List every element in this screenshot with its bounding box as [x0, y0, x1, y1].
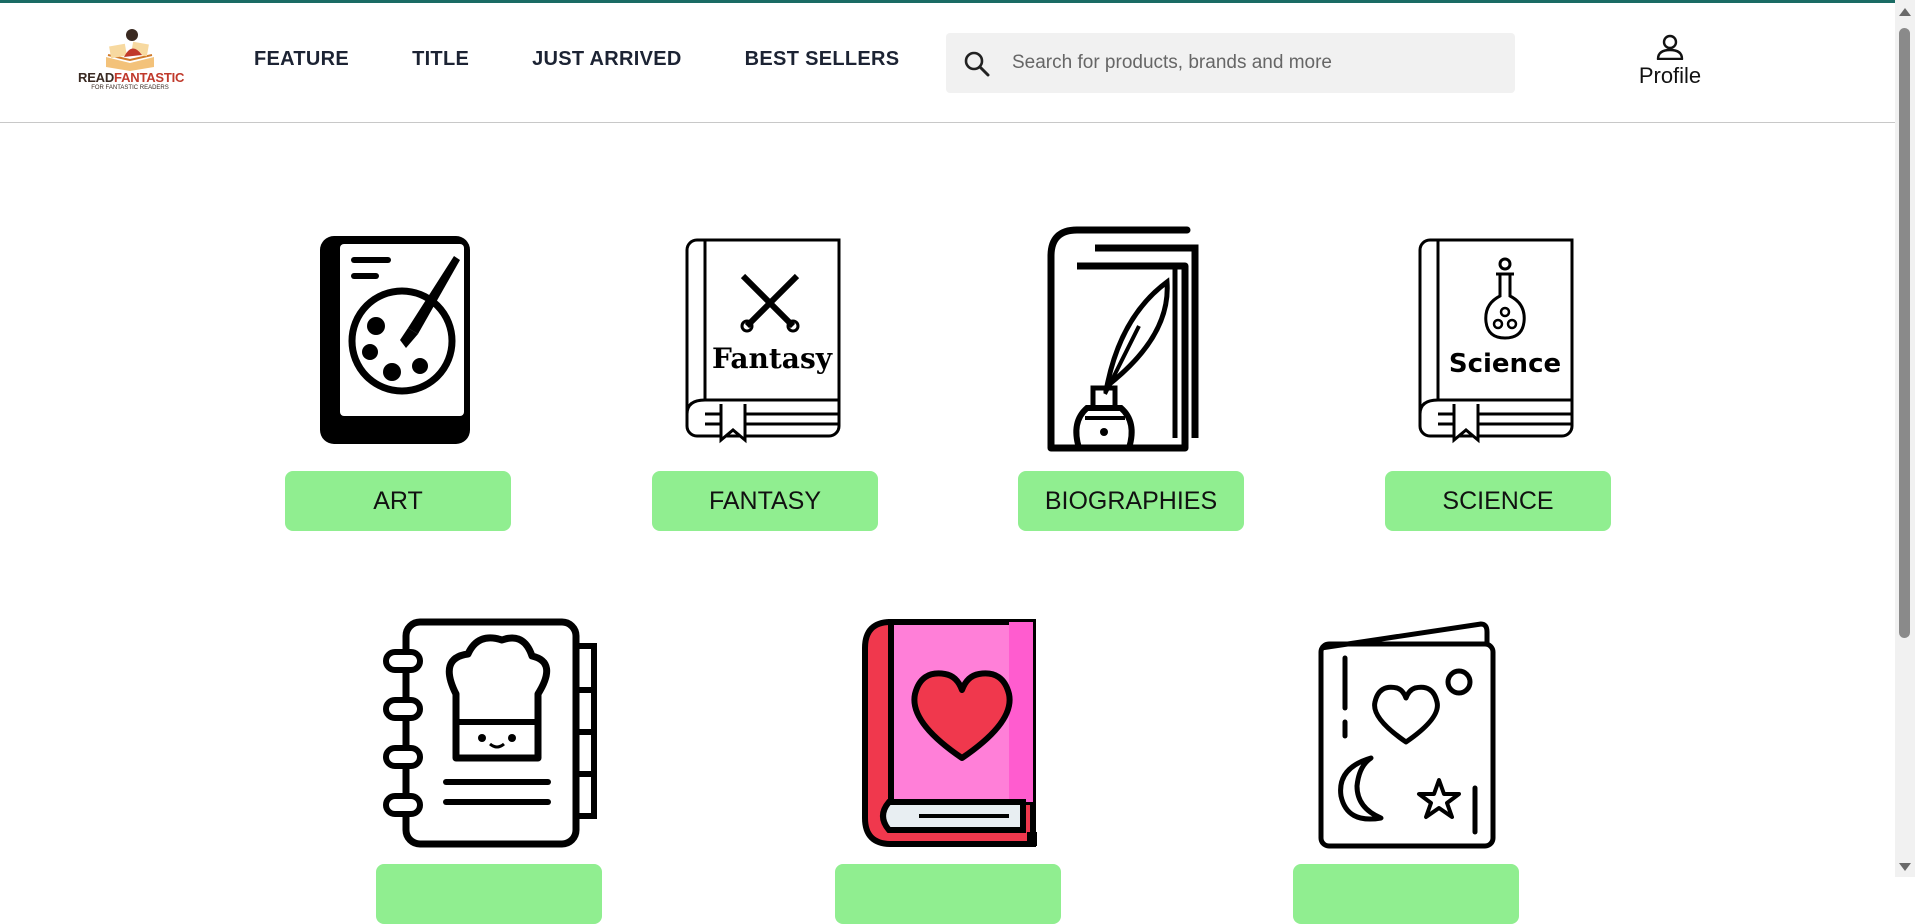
category-button-art[interactable]: ART — [285, 471, 511, 531]
nav-best-sellers[interactable]: BEST SELLERS — [745, 48, 900, 71]
category-button-biographies[interactable]: BIOGRAPHIES — [1018, 471, 1244, 531]
category-biographies: BIOGRAPHIES — [1018, 226, 1244, 532]
category-fantasy: Fantasy FANTASY — [652, 226, 878, 532]
category-button-fantasy[interactable]: FANTASY — [652, 471, 878, 531]
scrollbar-thumb[interactable] — [1899, 28, 1910, 638]
fantasy-cover-text: Fantasy — [712, 342, 833, 375]
category-button-science[interactable]: SCIENCE — [1385, 471, 1611, 531]
main-nav: FEATURE TITLE JUST ARRIVED BEST SELLERS — [254, 48, 899, 71]
search-bar — [946, 33, 1515, 93]
fantasy-book-icon[interactable]: Fantasy — [683, 226, 843, 448]
category-button-romance[interactable] — [835, 864, 1061, 924]
art-book-icon[interactable] — [316, 226, 476, 448]
category-card — [1293, 618, 1519, 924]
logo-wordmark: READFANTASTIC — [78, 70, 185, 85]
scroll-down-arrow-icon[interactable] — [1899, 863, 1911, 871]
category-romance — [835, 618, 1061, 924]
category-button-card[interactable] — [1293, 864, 1519, 924]
site-header: READFANTASTIC FOR FANTASTIC READERS FEAT… — [0, 3, 1895, 123]
reader-logo-icon — [106, 29, 154, 71]
site-logo[interactable]: READFANTASTIC FOR FANTASTIC READERS — [78, 27, 185, 97]
nav-just-arrived[interactable]: JUST ARRIVED — [532, 48, 682, 71]
category-art: ART — [285, 226, 511, 532]
logo-tagline: FOR FANTASTIC READERS — [91, 85, 169, 91]
science-cover-text: Science — [1449, 349, 1561, 379]
scroll-up-arrow-icon[interactable] — [1899, 8, 1911, 16]
romance-book-icon[interactable] — [859, 618, 1039, 848]
nav-feature[interactable]: FEATURE — [254, 48, 349, 71]
profile-label: Profile — [1638, 63, 1702, 88]
biography-book-icon[interactable] — [1041, 226, 1221, 454]
greeting-card-icon[interactable] — [1317, 618, 1499, 850]
science-book-icon[interactable]: Science — [1416, 226, 1612, 448]
nav-title[interactable]: TITLE — [412, 48, 469, 71]
category-science: Science SCIENCE — [1385, 226, 1611, 532]
search-icon[interactable] — [964, 51, 990, 77]
profile-link[interactable]: Profile — [1620, 29, 1720, 99]
search-input[interactable] — [1012, 33, 1502, 93]
category-cookbook — [376, 618, 602, 924]
cookbook-icon[interactable] — [382, 618, 598, 848]
category-button-cookbook[interactable] — [376, 864, 602, 924]
vertical-scrollbar[interactable] — [1895, 0, 1915, 877]
user-icon — [1656, 34, 1684, 60]
